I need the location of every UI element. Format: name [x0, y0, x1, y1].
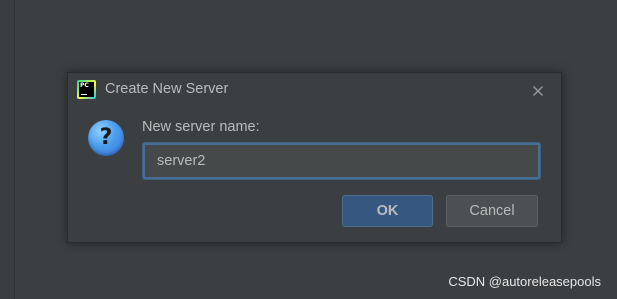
ok-button[interactable]: OK: [342, 195, 433, 227]
server-name-label: New server name:: [142, 119, 260, 135]
question-icon: ?: [88, 120, 124, 156]
cancel-button[interactable]: Cancel: [446, 195, 538, 227]
create-new-server-dialog: PC Create New Server ? New server name: …: [67, 72, 562, 243]
pycharm-logo-text: PC: [80, 82, 89, 89]
ide-left-gutter: [0, 0, 15, 299]
question-glyph: ?: [99, 125, 113, 150]
pycharm-logo-icon: PC: [77, 80, 96, 99]
server-name-input[interactable]: [143, 143, 540, 179]
pycharm-logo-bar: [81, 94, 87, 95]
close-icon[interactable]: [532, 82, 544, 96]
dialog-title-bar[interactable]: PC Create New Server: [68, 73, 561, 106]
dialog-title: Create New Server: [105, 81, 229, 97]
csdn-watermark: CSDN @autoreleasepools: [448, 274, 601, 289]
pycharm-logo-inner: PC: [79, 82, 94, 97]
